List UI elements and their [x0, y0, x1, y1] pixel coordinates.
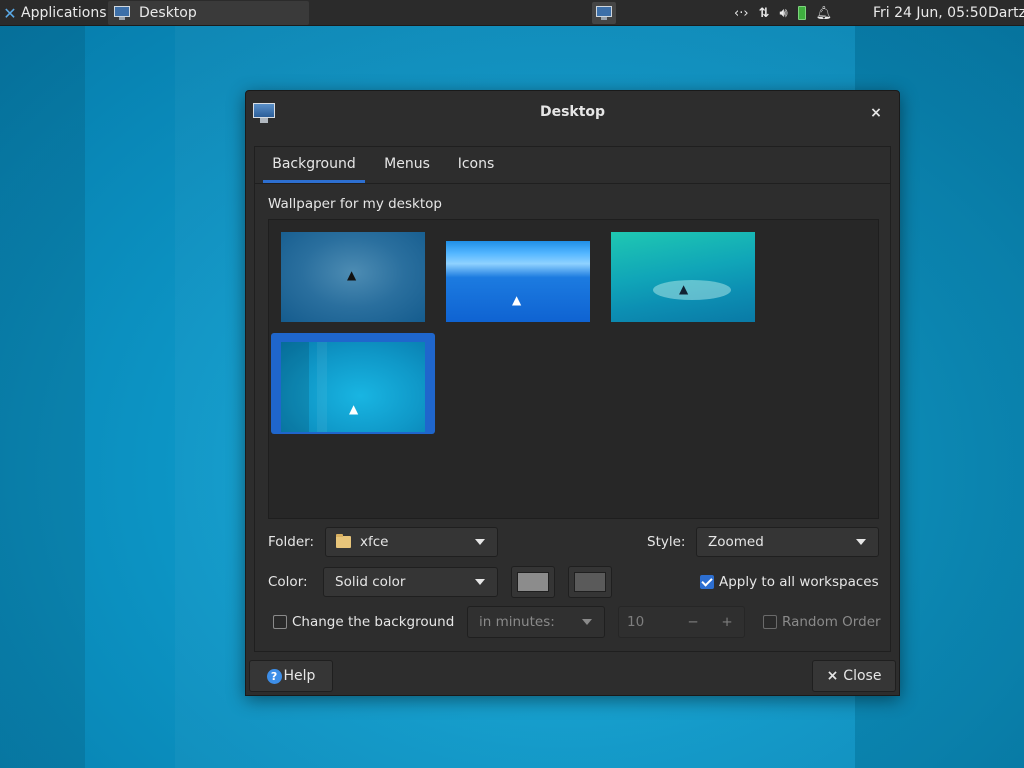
change-background-checkbox-box[interactable]: [273, 615, 287, 629]
chevron-down-icon: [475, 539, 485, 545]
tab-panel: Background Menus Icons Wallpaper for my …: [254, 146, 891, 652]
close-button[interactable]: × Close: [812, 660, 896, 692]
wallpaper-thumbnail[interactable]: ▲: [611, 232, 755, 322]
random-order-checkbox-box[interactable]: [763, 615, 777, 629]
style-label: Style:: [647, 534, 686, 550]
chevron-down-icon: [582, 619, 592, 625]
decrement-button[interactable]: −: [676, 614, 710, 630]
tab-bar: Background Menus Icons: [255, 147, 890, 184]
close-button-label: Close: [843, 668, 882, 684]
wallpaper-thumbnail[interactable]: ▲: [281, 342, 425, 432]
close-icon: ×: [826, 668, 839, 684]
interval-value[interactable]: 10: [627, 614, 676, 630]
color-style-value: Solid color: [335, 574, 406, 590]
ship-icon: ▲: [512, 293, 522, 307]
volume-icon[interactable]: 🔊︎: [779, 6, 787, 21]
transfer-icon[interactable]: ⇅: [759, 6, 770, 21]
style-dropdown[interactable]: Zoomed: [696, 527, 879, 557]
apply-all-label: Apply to all workspaces: [719, 574, 879, 590]
folder-value: xfce: [360, 534, 389, 550]
desktop-settings-dialog: Desktop × Background Menus Icons Wallpap…: [245, 90, 900, 696]
wallpaper-thumbnail[interactable]: ▲: [446, 241, 590, 322]
tab-menus[interactable]: Menus: [377, 147, 437, 183]
change-background-checkbox[interactable]: Change the background: [273, 606, 454, 638]
interval-unit-dropdown[interactable]: in minutes:: [467, 606, 605, 638]
color-label: Color:: [268, 574, 308, 590]
applications-menu-button[interactable]: ✕ Applications ≡: [2, 0, 120, 26]
help-icon: ?: [266, 668, 282, 684]
chevron-down-icon: [856, 539, 866, 545]
dialog-titlebar[interactable]: Desktop ×: [246, 91, 899, 136]
chevron-down-icon: [475, 579, 485, 585]
monitor-icon: [114, 6, 130, 20]
color-style-dropdown[interactable]: Solid color: [323, 567, 498, 597]
style-row: Style:: [647, 526, 685, 558]
interval-unit-value: in minutes:: [479, 614, 555, 630]
interval-spinbutton[interactable]: 10 − +: [618, 606, 745, 638]
change-background-label: Change the background: [292, 614, 455, 630]
wallpaper-grid: ▲ ▲ ▲ ▲: [268, 219, 879, 519]
ship-icon: ▲: [347, 268, 357, 282]
close-icon[interactable]: ×: [866, 105, 886, 123]
help-button-label: Help: [283, 668, 316, 684]
xfce-logo-icon: ✕: [3, 3, 17, 23]
folder-dropdown[interactable]: xfce: [325, 527, 498, 557]
folder-icon: [336, 534, 351, 548]
tab-background[interactable]: Background: [263, 147, 365, 183]
battery-icon[interactable]: [797, 6, 806, 20]
primary-color-swatch: [517, 572, 549, 592]
network-arrows-icon[interactable]: ‹·›: [734, 6, 749, 21]
wallpaper-thumbnail[interactable]: ▲: [281, 232, 425, 322]
system-tray: ‹·› ⇅ 🔊︎ 🔔︎: [734, 0, 842, 26]
bell-icon[interactable]: 🔔︎: [816, 6, 833, 21]
increment-button[interactable]: +: [710, 614, 744, 630]
secondary-color-button[interactable]: [568, 566, 612, 598]
monitor-icon: [596, 6, 612, 20]
primary-color-button[interactable]: [511, 566, 555, 598]
top-panel: ✕ Applications ≡ Desktop ‹·› ⇅ 🔊︎ 🔔︎ Fri…: [0, 0, 1024, 26]
wallpaper-section-label: Wallpaper for my desktop: [268, 196, 442, 212]
clock[interactable]: Fri 24 Jun, 05:50: [873, 0, 988, 26]
folder-label: Folder:: [268, 534, 315, 550]
ship-icon: ▲: [679, 282, 689, 296]
applications-label: Applications: [21, 5, 107, 21]
random-order-checkbox[interactable]: Random Order: [763, 606, 881, 638]
user-menu[interactable]: Dartz: [988, 0, 1024, 26]
help-button[interactable]: ? Help: [249, 660, 333, 692]
taskbar-item-label: Desktop: [139, 5, 197, 21]
secondary-color-swatch: [574, 572, 606, 592]
style-value: Zoomed: [708, 534, 764, 550]
dialog-title: Desktop: [539, 104, 606, 120]
apply-all-checkbox-box[interactable]: [700, 575, 714, 589]
color-row: Color:: [268, 566, 308, 598]
random-order-label: Random Order: [782, 614, 881, 630]
folder-row: Folder:: [268, 526, 314, 558]
ship-icon: ▲: [349, 402, 359, 416]
apply-all-workspaces-checkbox[interactable]: Apply to all workspaces: [700, 566, 879, 598]
tab-icons[interactable]: Icons: [451, 147, 501, 183]
taskbar-item-desktop[interactable]: Desktop: [108, 1, 309, 25]
show-desktop-button[interactable]: [592, 2, 616, 24]
selected-wallpaper-highlight[interactable]: ▲: [271, 333, 435, 434]
